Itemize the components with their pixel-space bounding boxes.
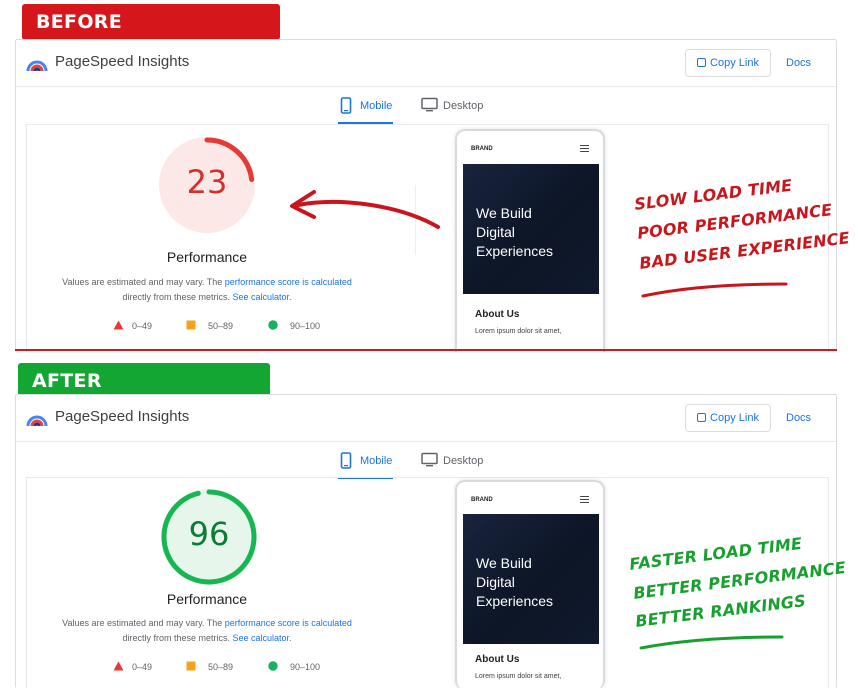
performance-score-link[interactable]: performance score is calculated xyxy=(225,277,352,287)
score-note: Values are estimated and may vary. The p… xyxy=(57,275,357,305)
lorem-text: Lorem ipsum dolor sit amet, xyxy=(475,328,562,335)
psi-header: PageSpeed Insights Copy Link Docs xyxy=(16,395,836,442)
performance-label: Performance xyxy=(166,591,248,607)
phone-brand: BRAND xyxy=(471,146,493,152)
average-square-icon xyxy=(186,320,196,330)
hero-line: We Build xyxy=(476,205,532,221)
section-divider xyxy=(15,349,837,351)
calculator-link[interactable]: See calculator xyxy=(232,633,289,643)
phone-preview: BRAND We Build Digital Experiences About… xyxy=(455,480,605,688)
about-heading: About Us xyxy=(475,654,520,665)
score-legend: 0–49 50–89 90–100 xyxy=(113,661,373,675)
docs-link[interactable]: Docs xyxy=(786,412,811,424)
psi-header: PageSpeed Insights Copy Link Docs xyxy=(16,40,836,87)
copy-link-label: Copy Link xyxy=(710,57,759,69)
before-banner: BEFORE OPTIMIZATION xyxy=(22,4,280,69)
pass-circle-icon xyxy=(268,661,278,671)
pagespeed-logo-icon xyxy=(26,415,48,427)
hero-line: Digital xyxy=(476,224,515,240)
performance-gauge: 96 xyxy=(159,487,259,587)
device-tabs: Mobile Desktop xyxy=(16,88,836,124)
app-title: PageSpeed Insights xyxy=(55,53,190,70)
calculator-link[interactable]: See calculator xyxy=(232,292,289,302)
hero-line: We Build xyxy=(476,555,532,571)
fail-triangle-icon xyxy=(113,661,124,671)
legend-high: 90–100 xyxy=(290,662,321,672)
phone-preview: BRAND We Build Digital Experiences About… xyxy=(455,129,605,352)
legend-low: 0–49 xyxy=(132,321,153,331)
note-text: Values are estimated and may vary. The xyxy=(62,618,225,628)
hero-heading: We Build Digital Experiences xyxy=(476,204,586,261)
hero-heading: We Build Digital Experiences xyxy=(476,554,586,611)
score-note: Values are estimated and may vary. The p… xyxy=(57,616,357,646)
green-underline-icon xyxy=(639,635,784,650)
pagespeed-logo-icon xyxy=(26,60,48,72)
mobile-icon xyxy=(340,97,352,114)
copy-link-label: Copy Link xyxy=(710,412,759,424)
tab-desktop-label: Desktop xyxy=(443,455,484,467)
docs-link[interactable]: Docs xyxy=(786,57,811,69)
performance-score-link[interactable]: performance score is calculated xyxy=(225,618,352,628)
legend-low: 0–49 xyxy=(132,662,153,672)
legend-mid: 50–89 xyxy=(208,321,234,331)
before-section: BEFORE OPTIMIZATION PageSpeed Insights C… xyxy=(0,0,858,352)
desktop-icon xyxy=(421,452,438,467)
fail-triangle-icon xyxy=(113,320,124,330)
pass-circle-icon xyxy=(268,320,278,330)
about-heading: About Us xyxy=(475,309,520,320)
copy-link-button[interactable]: Copy Link xyxy=(685,404,771,432)
note-text: . xyxy=(289,292,292,302)
tab-mobile-label: Mobile xyxy=(360,100,393,112)
hero-line: Experiences xyxy=(476,593,554,609)
lorem-text: Lorem ipsum dolor sit amet, xyxy=(475,673,562,680)
red-arrow-icon xyxy=(290,190,440,229)
mobile-icon xyxy=(340,452,352,469)
legend-high: 90–100 xyxy=(290,321,321,331)
hamburger-menu-icon xyxy=(580,496,589,503)
performance-score: 96 xyxy=(188,515,230,553)
tab-mobile[interactable]: Mobile xyxy=(338,451,393,479)
average-square-icon xyxy=(186,661,196,671)
copy-link-icon xyxy=(697,58,707,67)
note-text: directly from these metrics. xyxy=(122,292,233,302)
tab-mobile-label: Mobile xyxy=(360,455,393,467)
phone-brand: BRAND xyxy=(471,497,493,503)
performance-label: Performance xyxy=(166,249,248,265)
phone-hero: We Build Digital Experiences xyxy=(463,514,599,644)
score-legend: 0–49 50–89 90–100 xyxy=(113,320,373,334)
after-section: AFTER OPTIMIZATION PageSpeed Insights Co… xyxy=(0,360,858,688)
performance-score: 23 xyxy=(186,163,228,201)
app-title: PageSpeed Insights xyxy=(55,408,190,425)
tab-desktop[interactable]: Desktop xyxy=(419,451,499,479)
report-panel: 23 Performance Values are estimated and … xyxy=(26,124,829,352)
note-text: directly from these metrics. xyxy=(122,633,233,643)
legend-mid: 50–89 xyxy=(208,662,234,672)
red-underline-icon xyxy=(641,282,788,298)
copy-link-button[interactable]: Copy Link xyxy=(685,49,771,77)
copy-link-icon xyxy=(697,413,707,422)
performance-gauge: 23 xyxy=(157,135,257,235)
hamburger-menu-icon xyxy=(580,145,589,152)
hero-line: Experiences xyxy=(476,243,554,259)
tab-desktop-label: Desktop xyxy=(443,100,484,112)
phone-hero: We Build Digital Experiences xyxy=(463,164,599,294)
hero-line: Digital xyxy=(476,574,515,590)
note-text: . xyxy=(289,633,292,643)
note-text: Values are estimated and may vary. The xyxy=(62,277,225,287)
desktop-icon xyxy=(421,97,438,112)
tab-mobile[interactable]: Mobile xyxy=(338,96,393,124)
device-tabs: Mobile Desktop xyxy=(16,443,836,479)
tab-desktop[interactable]: Desktop xyxy=(419,96,499,124)
